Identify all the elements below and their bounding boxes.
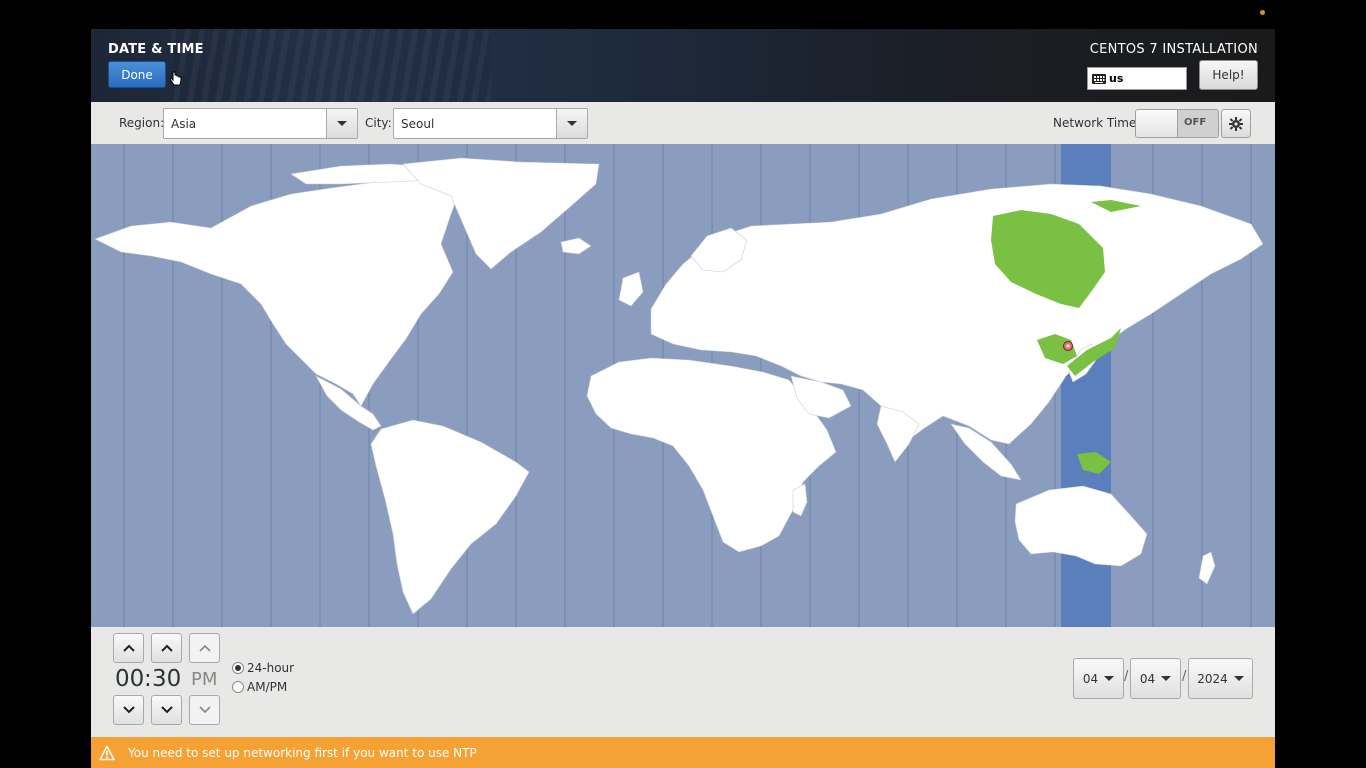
ampm-value: PM — [191, 669, 218, 690]
gear-icon — [1229, 116, 1243, 131]
hours-increment-button[interactable] — [113, 633, 144, 663]
warning-message: You need to set up networking first if y… — [128, 745, 477, 760]
location-pin-icon[interactable] — [1063, 341, 1073, 351]
chevron-up-icon — [122, 644, 135, 652]
hours-decrement-button[interactable] — [113, 695, 144, 725]
year-value: 2024 — [1197, 671, 1228, 686]
switch-knob — [1136, 110, 1178, 137]
installer-window: DATE & TIME Done CENTOS 7 INSTALLATION u… — [91, 29, 1275, 768]
city-value: Seoul — [401, 117, 435, 131]
ampm-decrement-button[interactable] — [189, 695, 220, 725]
chevron-down-icon — [160, 706, 173, 714]
city-dropdown-arrow[interactable] — [556, 109, 587, 138]
year-combobox[interactable]: 2024 — [1188, 658, 1253, 699]
region-combobox[interactable]: Asia — [163, 108, 358, 139]
time-separator: : — [144, 666, 152, 692]
chevron-down-icon — [198, 706, 211, 714]
hand-cursor-icon — [169, 71, 182, 86]
ntp-settings-button[interactable] — [1221, 109, 1251, 138]
chevron-down-icon — [337, 121, 347, 126]
format-24-hour-label: 24-hour — [247, 661, 295, 675]
date-separator: / — [1124, 669, 1129, 684]
day-value: 04 — [1139, 671, 1156, 686]
timezone-map[interactable] — [91, 144, 1275, 627]
chevron-up-icon — [160, 644, 173, 652]
time-settings-area: 00 : 30 PM 24-hour AM/PM 04 / 04 / 2024 — [91, 627, 1275, 737]
timezone-toolbar: Region: Asia City: Seoul Network Time OF… — [91, 102, 1275, 144]
keyboard-layout-label: us — [1109, 72, 1124, 85]
chevron-down-icon — [122, 706, 135, 714]
status-indicator-dot — [1260, 10, 1265, 15]
network-time-switch[interactable]: OFF — [1135, 109, 1219, 138]
radio-ampm[interactable] — [232, 681, 244, 693]
day-combobox[interactable]: 04 — [1130, 658, 1181, 699]
region-label: Region: — [119, 116, 165, 130]
chevron-down-icon — [1104, 676, 1115, 681]
month-combobox[interactable]: 04 — [1073, 658, 1124, 699]
city-label: City: — [365, 116, 392, 130]
header-bar: DATE & TIME Done CENTOS 7 INSTALLATION u… — [91, 29, 1275, 102]
chevron-up-icon — [198, 644, 211, 652]
keyboard-layout-indicator[interactable]: us — [1087, 67, 1187, 90]
region-dropdown-arrow[interactable] — [326, 109, 357, 138]
network-time-label: Network Time — [1053, 116, 1137, 130]
radio-24-hour[interactable] — [232, 662, 244, 674]
page-title: DATE & TIME — [108, 42, 204, 57]
warning-icon — [99, 745, 115, 760]
help-button[interactable]: Help! — [1199, 60, 1258, 90]
month-value: 04 — [1082, 671, 1099, 686]
network-time-state: OFF — [1184, 117, 1207, 128]
chevron-down-icon — [567, 121, 577, 126]
minutes-value: 30 — [152, 666, 182, 692]
chevron-down-icon — [1161, 676, 1172, 681]
done-button[interactable]: Done — [108, 61, 166, 88]
chevron-down-icon — [1233, 676, 1244, 681]
date-separator: / — [1182, 669, 1187, 684]
region-value: Asia — [171, 117, 197, 131]
warning-bar: You need to set up networking first if y… — [91, 737, 1275, 768]
minutes-decrement-button[interactable] — [151, 695, 182, 725]
format-ampm-option[interactable]: AM/PM — [232, 680, 287, 694]
format-ampm-label: AM/PM — [247, 680, 288, 694]
format-24-hour-option[interactable]: 24-hour — [232, 661, 294, 675]
installation-title: CENTOS 7 INSTALLATION — [1089, 42, 1258, 57]
keyboard-icon — [1092, 73, 1106, 84]
city-combobox[interactable]: Seoul — [393, 108, 588, 139]
hours-value: 00 — [115, 666, 145, 692]
ampm-increment-button[interactable] — [189, 633, 220, 663]
minutes-increment-button[interactable] — [151, 633, 182, 663]
